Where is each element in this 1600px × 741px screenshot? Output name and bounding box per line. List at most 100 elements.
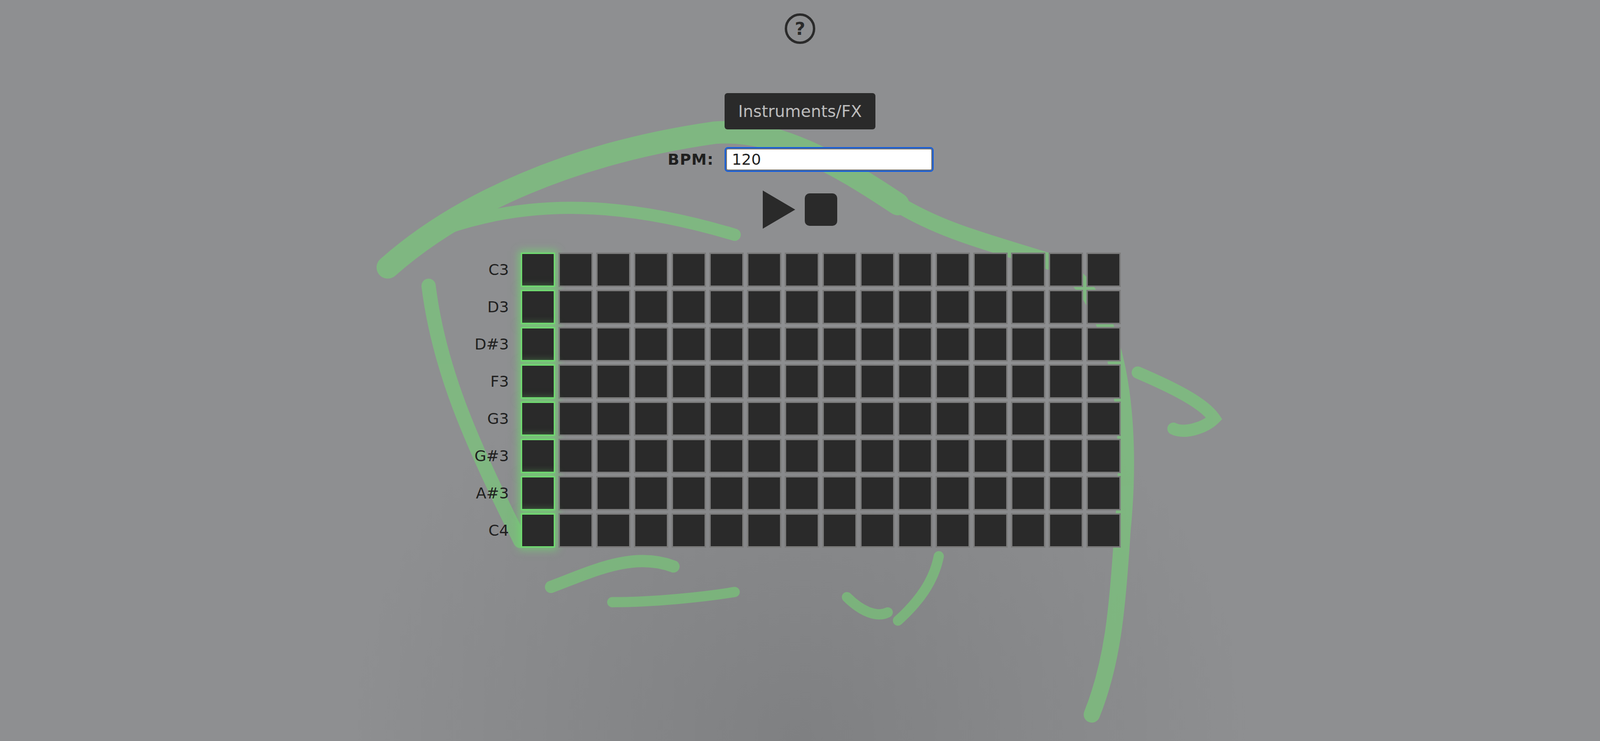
step-cell[interactable]	[558, 252, 593, 287]
step-cell[interactable]	[1010, 475, 1046, 511]
instruments-fx-button[interactable]: Instruments/FX	[724, 93, 875, 130]
step-cell[interactable]	[935, 289, 970, 325]
step-cell[interactable]	[633, 252, 669, 287]
step-cell[interactable]	[633, 326, 669, 362]
step-cell[interactable]	[709, 289, 744, 325]
step-cell[interactable]	[973, 401, 1008, 436]
step-cell[interactable]	[784, 364, 820, 399]
step-cell[interactable]	[709, 326, 744, 362]
step-cell[interactable]	[935, 364, 970, 399]
step-cell[interactable]	[822, 289, 857, 325]
step-cell[interactable]	[747, 364, 782, 399]
step-cell[interactable]	[784, 513, 820, 548]
step-cell[interactable]	[897, 475, 933, 511]
step-cell[interactable]	[784, 401, 820, 436]
step-cell[interactable]	[1048, 475, 1084, 511]
step-cell[interactable]	[1048, 438, 1084, 474]
step-cell[interactable]	[860, 438, 895, 474]
step-cell[interactable]	[784, 438, 820, 474]
step-cell[interactable]	[897, 438, 933, 474]
step-cell[interactable]	[935, 401, 970, 436]
step-cell[interactable]	[520, 326, 556, 362]
step-cell[interactable]	[973, 252, 1008, 287]
step-cell[interactable]	[520, 513, 556, 548]
step-cell[interactable]	[596, 326, 631, 362]
step-cell[interactable]	[558, 401, 593, 436]
step-cell[interactable]	[747, 289, 782, 325]
step-cell[interactable]	[935, 438, 970, 474]
step-cell[interactable]	[633, 364, 669, 399]
step-cell[interactable]	[1010, 513, 1046, 548]
step-cell[interactable]	[1086, 364, 1121, 399]
step-cell[interactable]	[935, 252, 970, 287]
step-cell[interactable]	[709, 252, 744, 287]
bpm-input[interactable]	[726, 148, 933, 171]
step-cell[interactable]	[822, 364, 857, 399]
step-cell[interactable]	[1086, 326, 1121, 362]
step-cell[interactable]	[1010, 401, 1046, 436]
step-cell[interactable]	[747, 252, 782, 287]
step-cell[interactable]	[897, 364, 933, 399]
step-cell[interactable]	[747, 513, 782, 548]
step-cell[interactable]	[558, 289, 593, 325]
step-cell[interactable]	[860, 252, 895, 287]
step-cell[interactable]	[1048, 252, 1084, 287]
step-cell[interactable]	[1010, 326, 1046, 362]
step-cell[interactable]	[822, 438, 857, 474]
step-cell[interactable]	[973, 475, 1008, 511]
step-cell[interactable]	[520, 289, 556, 325]
step-cell[interactable]	[897, 401, 933, 436]
step-cell[interactable]	[596, 252, 631, 287]
step-cell[interactable]	[1086, 289, 1121, 325]
step-cell[interactable]	[897, 252, 933, 287]
step-cell[interactable]	[558, 438, 593, 474]
step-cell[interactable]	[860, 401, 895, 436]
step-cell[interactable]	[709, 513, 744, 548]
step-cell[interactable]	[1086, 401, 1121, 436]
step-cell[interactable]	[709, 401, 744, 436]
step-cell[interactable]	[596, 438, 631, 474]
step-cell[interactable]	[822, 475, 857, 511]
step-cell[interactable]	[747, 326, 782, 362]
step-cell[interactable]	[973, 438, 1008, 474]
step-cell[interactable]	[784, 326, 820, 362]
step-cell[interactable]	[1048, 326, 1084, 362]
step-cell[interactable]	[935, 513, 970, 548]
step-cell[interactable]	[558, 364, 593, 399]
help-button[interactable]: ?	[784, 13, 816, 44]
step-cell[interactable]	[1010, 289, 1046, 325]
step-cell[interactable]	[709, 475, 744, 511]
step-cell[interactable]	[784, 252, 820, 287]
step-cell[interactable]	[671, 401, 706, 436]
step-cell[interactable]	[1086, 475, 1121, 511]
step-cell[interactable]	[558, 475, 593, 511]
step-cell[interactable]	[633, 289, 669, 325]
step-cell[interactable]	[973, 289, 1008, 325]
step-cell[interactable]	[633, 475, 669, 511]
step-cell[interactable]	[671, 513, 706, 548]
step-cell[interactable]	[520, 438, 556, 474]
step-cell[interactable]	[860, 475, 895, 511]
step-cell[interactable]	[1086, 513, 1121, 548]
step-cell[interactable]	[860, 364, 895, 399]
play-button[interactable]	[762, 190, 796, 229]
step-cell[interactable]	[1010, 438, 1046, 474]
step-cell[interactable]	[973, 364, 1008, 399]
step-cell[interactable]	[633, 438, 669, 474]
step-cell[interactable]	[671, 326, 706, 362]
stop-button[interactable]	[804, 193, 838, 226]
step-cell[interactable]	[596, 401, 631, 436]
step-cell[interactable]	[1048, 401, 1084, 436]
step-cell[interactable]	[671, 475, 706, 511]
step-cell[interactable]	[860, 289, 895, 325]
step-cell[interactable]	[822, 513, 857, 548]
step-cell[interactable]	[520, 475, 556, 511]
step-cell[interactable]	[747, 475, 782, 511]
step-cell[interactable]	[822, 401, 857, 436]
step-cell[interactable]	[747, 438, 782, 474]
step-cell[interactable]	[671, 289, 706, 325]
step-cell[interactable]	[1048, 289, 1084, 325]
step-cell[interactable]	[520, 252, 556, 287]
step-cell[interactable]	[520, 401, 556, 436]
step-cell[interactable]	[1010, 252, 1046, 287]
